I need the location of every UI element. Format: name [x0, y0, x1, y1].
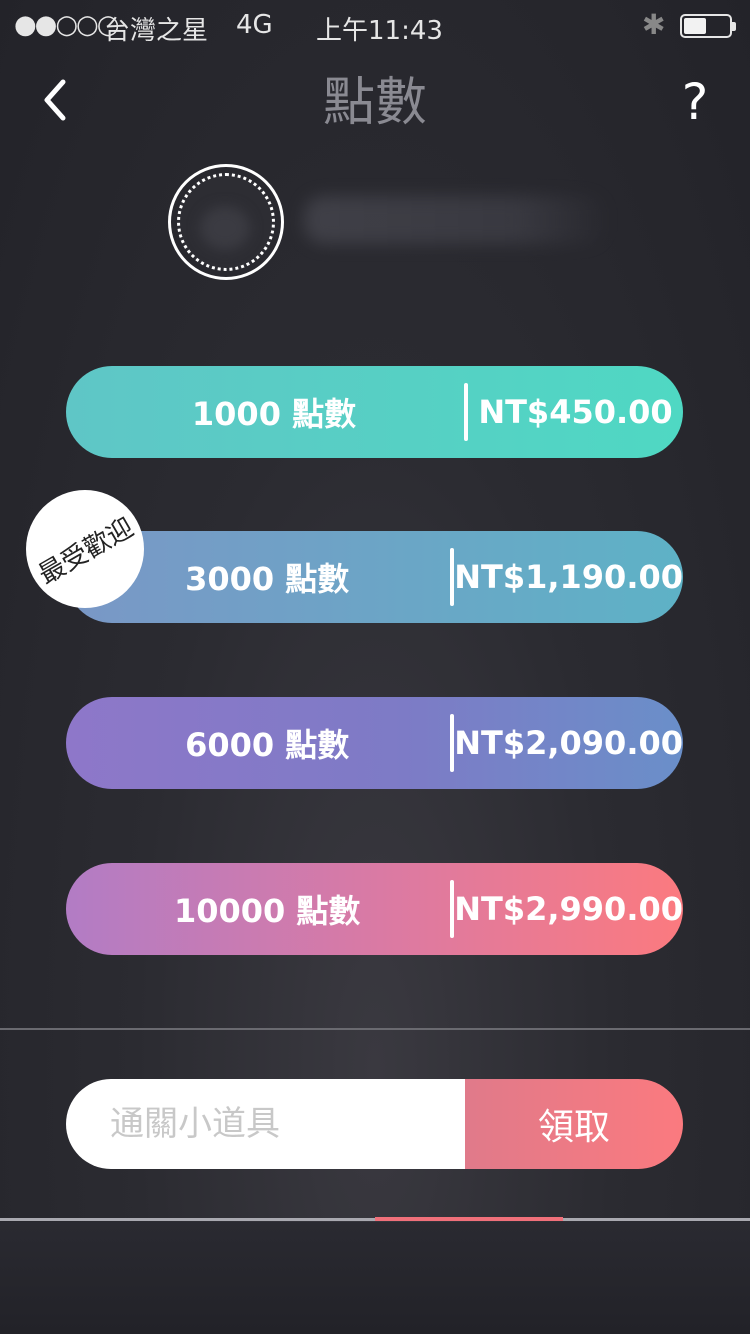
redeem-button[interactable]: 領取: [465, 1079, 683, 1169]
package-price: NT$450.00: [478, 393, 673, 431]
carrier-name: 台灣之星: [104, 16, 209, 46]
bottom-area: [0, 1222, 750, 1334]
package-points: 6000 點數: [185, 726, 350, 764]
redeem-form: 領取: [66, 1079, 683, 1169]
status-bar: ●●○○○ 台灣之星 4G 上午11:43 ✱: [0, 0, 750, 52]
package-button-10000[interactable]: 10000 點數 NT$2,990.00: [66, 863, 683, 955]
status-time: 上午11:43: [316, 16, 443, 46]
page-indicator-active: [375, 1217, 563, 1221]
avatar[interactable]: [168, 164, 284, 280]
badge-label: 最受歡迎: [33, 512, 139, 591]
network-type: 4G: [236, 10, 273, 40]
package-price: NT$2,990.00: [454, 890, 683, 928]
bluetooth-icon: ✱: [642, 8, 666, 41]
section-divider: [0, 1028, 750, 1030]
package-button-1000[interactable]: 1000 點數 NT$450.00: [66, 366, 683, 458]
package-price: NT$2,090.00: [454, 724, 683, 762]
package-points: 1000 點數: [191, 395, 357, 433]
battery-icon: [680, 14, 736, 38]
most-popular-badge: 最受歡迎: [26, 490, 144, 608]
avatar-placeholder-icon: [177, 173, 275, 271]
package-button-3000[interactable]: 3000 點數 NT$1,190.00: [66, 531, 683, 623]
redeem-code-input[interactable]: [66, 1079, 465, 1169]
package-points: 10000 點數: [173, 892, 361, 930]
username-blurred: [304, 196, 610, 244]
nav-bar: 點數 ?: [0, 52, 750, 152]
page-title: 點數: [322, 73, 427, 133]
signal-strength: ●●○○○: [14, 10, 119, 40]
package-price: NT$1,190.00: [454, 558, 683, 596]
package-button-6000[interactable]: 6000 點數 NT$2,090.00: [66, 697, 683, 789]
battery-level: [684, 18, 706, 34]
help-button[interactable]: ?: [670, 72, 720, 132]
